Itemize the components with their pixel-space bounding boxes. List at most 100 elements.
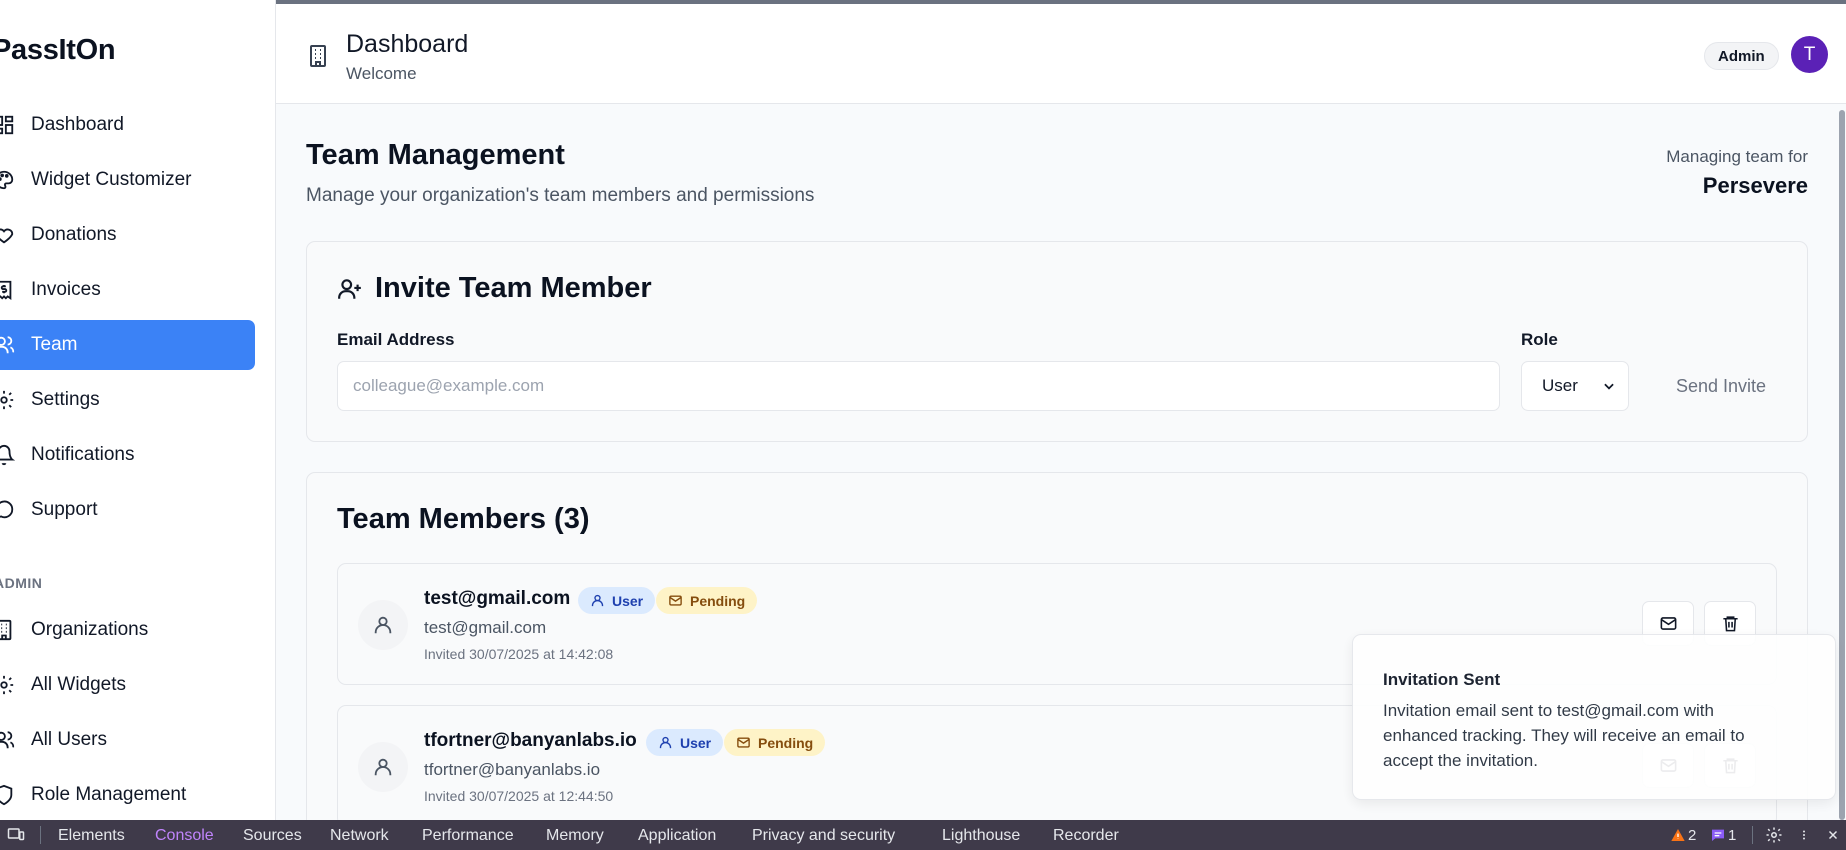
user-avatar[interactable]: T — [1791, 36, 1828, 73]
sidebar-item-label: Notifications — [31, 444, 135, 465]
sidebar-item-donations[interactable]: Donations — [0, 210, 255, 260]
settings-icon — [0, 390, 14, 410]
building-icon — [0, 619, 12, 641]
more-vertical-icon[interactable] — [1798, 826, 1810, 844]
mail-icon — [737, 737, 750, 748]
sidebar-item-label: Invoices — [31, 279, 101, 300]
user-icon — [591, 594, 604, 607]
gear-icon[interactable] — [1764, 826, 1784, 844]
devtools-tab-recorder[interactable]: Recorder — [1053, 827, 1119, 845]
email-label: Email Address — [337, 330, 455, 349]
palette-icon — [0, 170, 14, 190]
send-invite-button[interactable]: Send Invite — [1651, 361, 1791, 411]
user-icon — [374, 616, 392, 634]
sidebar-item-label: All Widgets — [31, 674, 127, 695]
organization-name: Persevere — [1702, 173, 1808, 198]
devtools-separator — [1752, 826, 1753, 844]
role-pill: User — [646, 729, 724, 756]
devtools-tab-memory[interactable]: Memory — [546, 827, 604, 845]
sidebar-item-label: Settings — [31, 389, 100, 410]
heart-icon — [0, 228, 14, 244]
member-invited-date: Invited 30/07/2025 at 14:42:08 — [424, 646, 614, 662]
sidebar-item-label: All Users — [31, 729, 108, 750]
invitation-sent-toast[interactable]: Invitation Sent Invitation email sent to… — [1352, 634, 1836, 800]
email-field[interactable] — [337, 361, 1500, 411]
users-icon — [0, 731, 15, 749]
role-label: Role — [1521, 330, 1558, 349]
sidebar: PassItOn Dashboard Widget Customizer Don… — [0, 0, 276, 820]
sidebar-item-label: Dashboard — [31, 114, 124, 135]
receipt-icon — [0, 280, 12, 300]
trash-icon — [1722, 616, 1738, 632]
message-circle-icon — [0, 500, 14, 519]
settings-icon — [0, 675, 14, 695]
devtools-tabbar: Elements Console Sources Network Perform… — [0, 820, 1846, 850]
member-avatar — [358, 600, 408, 650]
status-badge: Pending — [656, 587, 758, 614]
member-email: tfortner@banyanlabs.io — [424, 730, 637, 751]
layout-dashboard-icon — [0, 115, 14, 135]
close-icon[interactable] — [1826, 826, 1840, 844]
status-badge-label: Pending — [690, 592, 746, 609]
invite-card: Invite Team Member Email Address Role Us… — [306, 241, 1808, 442]
shield-icon — [0, 784, 13, 806]
mail-icon — [669, 595, 682, 606]
sidebar-item-notifications[interactable]: Notifications — [0, 430, 255, 480]
role-select-value: User — [1542, 376, 1578, 395]
sidebar-item-all-users[interactable]: All Users — [0, 715, 255, 765]
role-pill-label: User — [612, 592, 644, 609]
role-badge: Admin — [1704, 42, 1779, 70]
sidebar-item-settings[interactable]: Settings — [0, 375, 255, 425]
invite-title: Invite Team Member — [375, 272, 652, 304]
sidebar-item-label: Support — [31, 499, 98, 520]
header-subtitle: Welcome — [346, 64, 417, 83]
device-toggle-icon[interactable] — [6, 826, 26, 844]
devtools-tab-privacy-and-security[interactable]: Privacy and security — [752, 827, 895, 845]
role-pill: User — [578, 587, 656, 614]
role-select[interactable]: User — [1521, 361, 1629, 411]
member-sub-email: tfortner@banyanlabs.io — [424, 760, 601, 779]
warning-icon[interactable] — [1670, 826, 1686, 844]
members-title: Team Members (3) — [337, 503, 590, 535]
sidebar-item-widget-customizer[interactable]: Widget Customizer — [0, 155, 255, 205]
scrollbar-thumb[interactable] — [1839, 110, 1845, 820]
devtools-tab-lighthouse[interactable]: Lighthouse — [942, 827, 1020, 845]
devtools-tab-elements[interactable]: Elements — [58, 827, 125, 845]
message-icon[interactable] — [1710, 826, 1726, 844]
devtools-tab-sources[interactable]: Sources — [243, 827, 302, 845]
page-description: Manage your organization's team members … — [306, 185, 815, 206]
sidebar-item-label: Role Management — [31, 784, 187, 805]
devtools-separator — [40, 826, 41, 844]
status-badge-label: Pending — [758, 734, 814, 751]
sidebar-item-dashboard[interactable]: Dashboard — [0, 100, 255, 150]
devtools-tab-network[interactable]: Network — [330, 827, 389, 845]
user-icon — [374, 758, 392, 776]
top-header: Dashboard Welcome Admin T — [276, 4, 1846, 104]
toast-title: Invitation Sent — [1383, 670, 1501, 689]
message-count: 1 — [1728, 827, 1737, 844]
managing-label: Managing team for — [1666, 147, 1808, 166]
warning-count: 2 — [1688, 827, 1697, 844]
brand-logo[interactable]: PassItOn — [0, 34, 116, 67]
sidebar-item-invoices[interactable]: Invoices — [0, 265, 255, 315]
sidebar-item-label: Donations — [31, 224, 117, 245]
devtools-tab-application[interactable]: Application — [638, 827, 716, 845]
role-pill-label: User — [680, 734, 712, 751]
user-icon — [659, 736, 672, 749]
sidebar-item-all-widgets[interactable]: All Widgets — [0, 660, 255, 710]
devtools-tab-console[interactable]: Console — [155, 827, 214, 845]
users-icon — [0, 336, 15, 354]
user-plus-icon — [338, 278, 361, 299]
bell-icon — [0, 445, 15, 466]
member-email: test@gmail.com — [424, 588, 571, 609]
sidebar-item-organizations[interactable]: Organizations — [0, 605, 255, 655]
status-badge: Pending — [724, 729, 826, 756]
building-icon — [310, 45, 326, 67]
sidebar-item-support[interactable]: Support — [0, 485, 255, 535]
sidebar-item-role-management[interactable]: Role Management — [0, 770, 255, 820]
page-scrollbar[interactable] — [1836, 110, 1846, 820]
admin-section-label: ADMIN — [0, 575, 43, 591]
member-invited-date: Invited 30/07/2025 at 12:44:50 — [424, 788, 614, 804]
devtools-tab-performance[interactable]: Performance — [422, 827, 514, 845]
sidebar-item-team[interactable]: Team — [0, 320, 255, 370]
